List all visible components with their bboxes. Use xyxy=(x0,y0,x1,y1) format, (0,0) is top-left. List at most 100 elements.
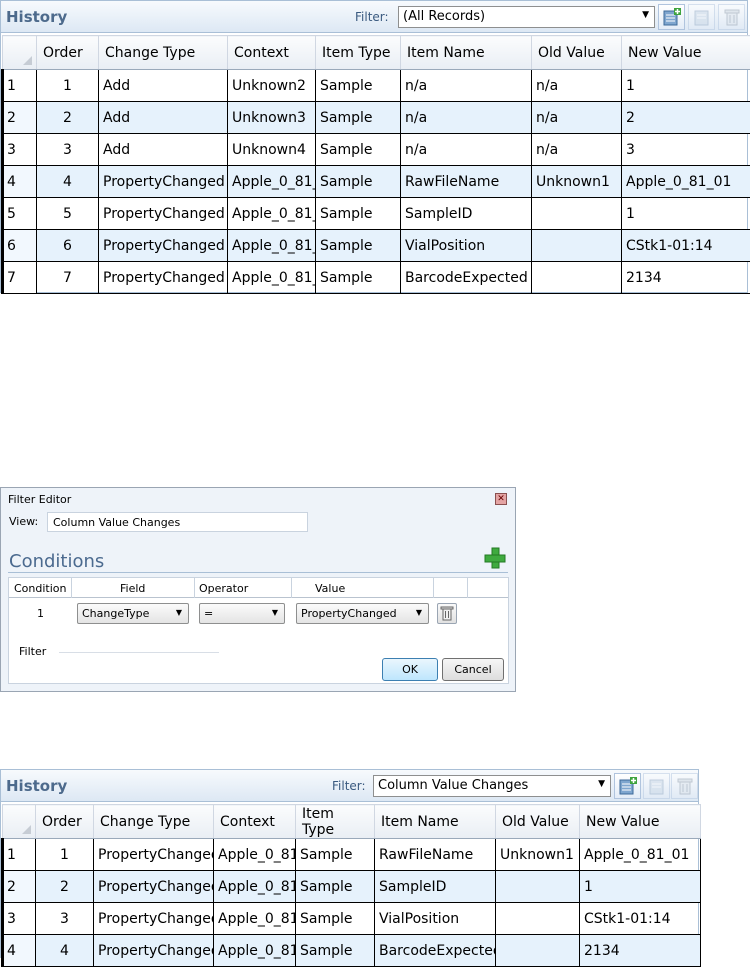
cell-new-value[interactable]: CStk1-01:14 xyxy=(622,230,750,262)
delete-filter-button[interactable] xyxy=(671,773,698,799)
cell-old-value[interactable] xyxy=(532,198,622,230)
cell-item-name[interactable]: SampleID xyxy=(375,871,496,903)
cell-context[interactable]: Apple_0_81_ xyxy=(214,839,296,871)
cell-new-value[interactable]: CStk1-01:14 xyxy=(580,903,701,935)
cell-item-name[interactable]: SampleID xyxy=(401,198,532,230)
cell-old-value[interactable]: Unknown1 xyxy=(532,166,622,198)
cell-item-type[interactable]: Sample xyxy=(316,262,401,294)
cell-change-type[interactable]: PropertyChanged xyxy=(99,230,228,262)
cell-item-type[interactable]: Sample xyxy=(316,70,401,102)
table-row[interactable]: 1 1 PropertyChanged Apple_0_81_ Sample R… xyxy=(3,839,701,871)
cell-context[interactable]: Unknown2 xyxy=(228,70,316,102)
table-row[interactable]: 1 1 Add Unknown2 Sample n/a n/a 1 xyxy=(3,70,750,102)
cell-old-value[interactable] xyxy=(532,262,622,294)
cell-change-type[interactable]: Add xyxy=(99,102,228,134)
table-row[interactable]: 3 3 Add Unknown4 Sample n/a n/a 3 xyxy=(3,134,750,166)
cell-context[interactable]: Apple_0_81_ xyxy=(228,166,316,198)
value-dropdown[interactable]: PropertyChanged ▼ xyxy=(296,603,429,624)
cell-context[interactable]: Apple_0_81_ xyxy=(214,903,296,935)
cell-change-type[interactable]: PropertyChanged xyxy=(94,903,214,935)
column-header[interactable]: Item Name xyxy=(375,805,496,839)
row-header[interactable]: 1 xyxy=(3,839,36,871)
cell-context[interactable]: Unknown3 xyxy=(228,102,316,134)
filter-select[interactable]: (All Records) ▼ xyxy=(398,6,655,28)
table-row[interactable]: 6 6 PropertyChanged Apple_0_81_ Sample V… xyxy=(3,230,750,262)
table-row[interactable]: 5 5 PropertyChanged Apple_0_81_ Sample S… xyxy=(3,198,750,230)
cell-new-value[interactable]: 1 xyxy=(580,871,701,903)
filter-select[interactable]: Column Value Changes ▼ xyxy=(373,775,611,797)
cell-item-name[interactable]: n/a xyxy=(401,70,532,102)
column-header[interactable]: New Value xyxy=(580,805,701,839)
cell-context[interactable]: Apple_0_81_ xyxy=(214,935,296,967)
table-row[interactable]: 3 3 PropertyChanged Apple_0_81_ Sample V… xyxy=(3,903,701,935)
cell-item-name[interactable]: n/a xyxy=(401,134,532,166)
edit-filter-button[interactable] xyxy=(688,4,715,30)
row-header[interactable]: 2 xyxy=(3,871,36,903)
row-header[interactable]: 3 xyxy=(3,134,37,166)
cell-context[interactable]: Unknown4 xyxy=(228,134,316,166)
cell-order[interactable]: 2 xyxy=(36,871,94,903)
cell-order[interactable]: 5 xyxy=(37,198,99,230)
cell-order[interactable]: 3 xyxy=(37,134,99,166)
cell-old-value[interactable]: n/a xyxy=(532,134,622,166)
cell-new-value[interactable]: 2134 xyxy=(580,935,701,967)
row-header[interactable]: 3 xyxy=(3,903,36,935)
cell-item-name[interactable]: BarcodeExpected xyxy=(401,262,532,294)
row-header[interactable]: 5 xyxy=(3,198,37,230)
add-filter-button[interactable] xyxy=(658,4,685,30)
column-header[interactable]: Order xyxy=(36,805,94,839)
row-header[interactable]: 4 xyxy=(3,935,36,967)
cell-item-type[interactable]: Sample xyxy=(316,134,401,166)
table-row[interactable]: 2 2 Add Unknown3 Sample n/a n/a 2 xyxy=(3,102,750,134)
cell-change-type[interactable]: PropertyChanged xyxy=(94,935,214,967)
delete-condition-button[interactable] xyxy=(437,603,457,624)
column-header[interactable]: Change Type xyxy=(94,805,214,839)
cell-item-type[interactable]: Sample xyxy=(316,166,401,198)
cell-context[interactable]: Apple_0_81_ xyxy=(228,230,316,262)
cell-item-name[interactable]: VialPosition xyxy=(375,903,496,935)
column-header[interactable]: Item Type xyxy=(296,805,375,839)
column-header[interactable]: Item Name xyxy=(401,36,532,70)
cell-context[interactable]: Apple_0_81_ xyxy=(228,198,316,230)
cancel-button[interactable]: Cancel xyxy=(442,658,504,681)
cell-change-type[interactable]: PropertyChanged xyxy=(99,198,228,230)
column-header[interactable]: Context xyxy=(214,805,296,839)
table-row[interactable]: 7 7 PropertyChanged Apple_0_81_ Sample B… xyxy=(3,262,750,294)
cell-old-value[interactable]: n/a xyxy=(532,70,622,102)
edit-filter-button[interactable] xyxy=(643,773,670,799)
cell-order[interactable]: 1 xyxy=(36,839,94,871)
cell-order[interactable]: 4 xyxy=(36,935,94,967)
cell-new-value[interactable]: 3 xyxy=(622,134,750,166)
view-name-input[interactable]: Column Value Changes xyxy=(47,512,308,532)
cell-item-type[interactable]: Sample xyxy=(316,198,401,230)
cell-new-value[interactable]: 2 xyxy=(622,102,750,134)
select-all-corner[interactable] xyxy=(3,805,36,839)
cell-context[interactable]: Apple_0_81_ xyxy=(214,871,296,903)
cell-new-value[interactable]: 1 xyxy=(622,70,750,102)
cell-change-type[interactable]: PropertyChanged xyxy=(99,262,228,294)
ok-button[interactable]: OK xyxy=(382,658,438,681)
cell-item-name[interactable]: n/a xyxy=(401,102,532,134)
cell-change-type[interactable]: PropertyChanged xyxy=(99,166,228,198)
column-header[interactable]: Change Type xyxy=(99,36,228,70)
column-header[interactable]: New Value xyxy=(622,36,750,70)
cell-new-value[interactable]: Apple_0_81_01 xyxy=(580,839,701,871)
cell-change-type[interactable]: Add xyxy=(99,134,228,166)
cell-item-name[interactable]: RawFileName xyxy=(375,839,496,871)
cell-old-value[interactable]: Unknown1 xyxy=(496,839,580,871)
cell-old-value[interactable] xyxy=(496,871,580,903)
cell-change-type[interactable]: Add xyxy=(99,70,228,102)
cell-item-type[interactable]: Sample xyxy=(296,935,375,967)
cell-order[interactable]: 3 xyxy=(36,903,94,935)
column-header[interactable]: Item Type xyxy=(316,36,401,70)
cell-item-name[interactable]: VialPosition xyxy=(401,230,532,262)
cell-item-type[interactable]: Sample xyxy=(296,903,375,935)
table-row[interactable]: 2 2 PropertyChanged Apple_0_81_ Sample S… xyxy=(3,871,701,903)
table-row[interactable]: 4 4 PropertyChanged Apple_0_81_ Sample R… xyxy=(3,166,750,198)
cell-old-value[interactable] xyxy=(496,935,580,967)
row-header[interactable]: 4 xyxy=(3,166,37,198)
cell-item-type[interactable]: Sample xyxy=(296,839,375,871)
cell-item-type[interactable]: Sample xyxy=(316,230,401,262)
cell-item-name[interactable]: BarcodeExpected xyxy=(375,935,496,967)
cell-order[interactable]: 4 xyxy=(37,166,99,198)
